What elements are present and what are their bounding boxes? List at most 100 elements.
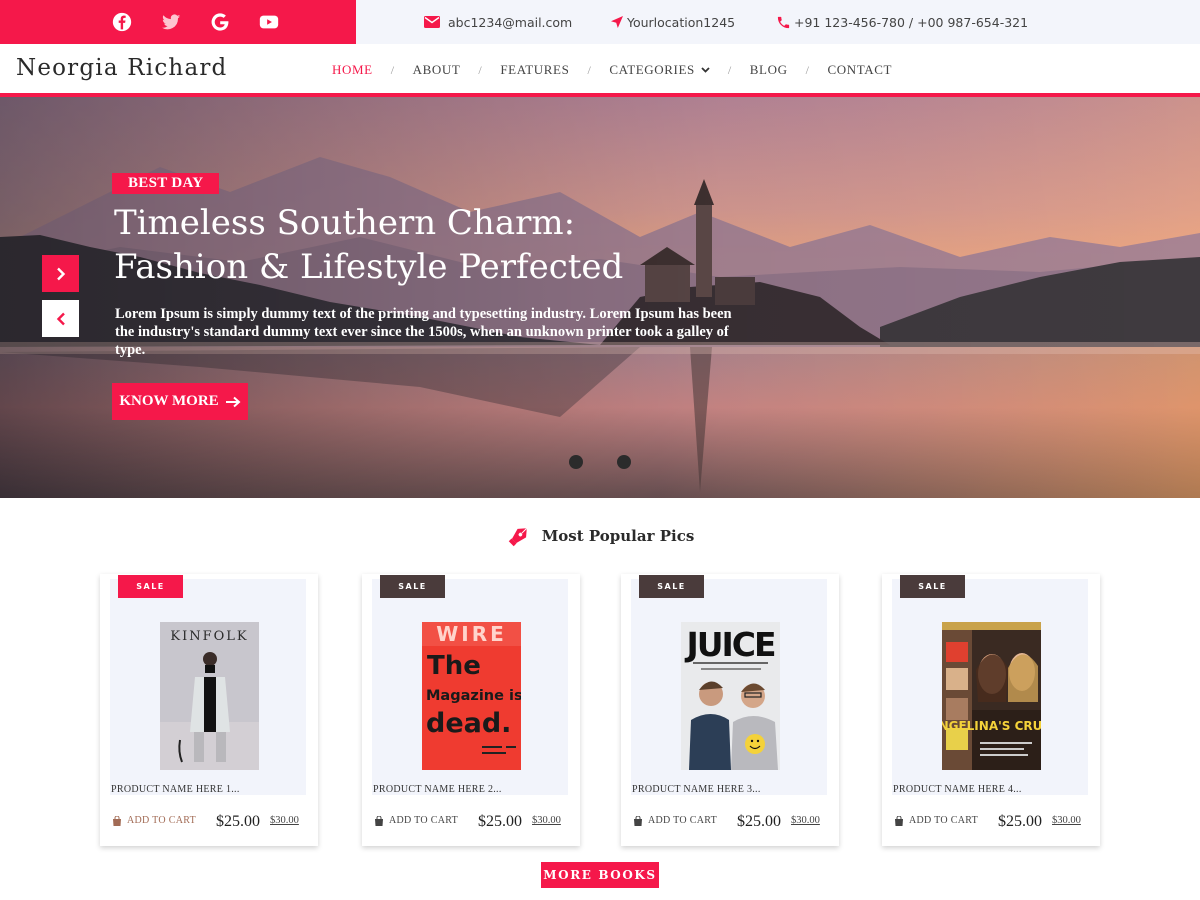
sale-badge: SALE [639,575,704,598]
product-card[interactable]: KINFOLK SALE PRODUCT NAME HERE 1... ADD … [100,574,318,846]
cover-title: KINFOLK [170,629,248,644]
youtube-icon[interactable] [258,11,280,33]
product-old-price: $30.00 [532,815,561,826]
nav-item-blog[interactable]: BLOG [738,62,800,78]
location-text: Yourlocation1245 [627,14,736,30]
product-card[interactable]: ANGELINA'S CRUEL LIE SALE PRODUCT NAME H… [882,574,1100,846]
nav-label: HOME [332,62,373,77]
product-old-price: $30.00 [270,815,299,826]
add-to-cart-button[interactable]: ADD TO CART [894,815,978,826]
hero-title-line-2: Fashion & Lifestyle Perfected [114,247,624,287]
product-cover-image[interactable]: WIRE The Magazine is dead. [422,622,521,770]
nav-label: BLOG [749,62,788,77]
shopping-bag-icon [375,815,383,826]
pen-nib-icon [508,527,527,547]
cover-title: JUICE [684,625,775,664]
product-price: $25.00 [998,813,1042,830]
product-name[interactable]: PRODUCT NAME HERE 1... [111,784,240,795]
nav-label: FEATURES [500,62,570,77]
facebook-icon[interactable] [111,11,133,33]
nav-separator: / [727,62,732,77]
phone-contact[interactable]: +91 123-456-780 / +00 987-654-321 [776,13,1028,31]
product-image-box[interactable]: ANGELINA'S CRUEL LIE SALE [892,575,1088,795]
nav-separator: / [805,62,810,77]
site-logo-text[interactable]: Neorgia Richard [16,55,227,81]
hero-background-image [0,97,1200,498]
product-cover-image[interactable]: KINFOLK [160,622,259,770]
nav-separator: / [478,62,483,77]
shopping-bag-icon [113,815,121,826]
slider-dot-2[interactable] [617,455,631,469]
hero-description: Lorem Ipsum is simply dummy text of the … [115,306,732,358]
add-to-cart-label: ADD TO CART [909,815,979,826]
site-header: Neorgia Richard HOME / ABOUT / FEATURES … [0,44,1200,94]
know-more-label: KNOW MORE [119,393,219,409]
slider-next-button[interactable] [42,255,79,292]
social-links [0,0,356,44]
chevron-left-icon [56,312,65,325]
nav-label: CATEGORIES [609,62,695,77]
location-arrow-icon [611,16,623,28]
product-old-price: $30.00 [1052,815,1081,826]
product-old-price: $30.00 [791,815,820,826]
phone-icon [777,16,790,28]
nav-item-categories[interactable]: CATEGORIES [597,62,721,78]
arrow-right-icon [225,396,241,407]
add-to-cart-button[interactable]: ADD TO CART [633,815,717,826]
chevron-right-icon [56,267,65,280]
product-card[interactable]: WIRE The Magazine is dead. SALE PRODUCT … [362,574,580,846]
shopping-bag-icon [895,815,903,826]
twitter-icon[interactable] [160,11,182,33]
location-contact[interactable]: Yourlocation1245 [610,13,735,31]
envelope-icon [424,16,440,28]
nav-label: ABOUT [412,62,461,77]
main-nav: HOME / ABOUT / FEATURES / CATEGORIES / B… [320,62,904,78]
more-books-button[interactable]: MORE BOOKS [541,862,659,888]
hero-title: Timeless Southern Charm: Fashion & Lifes… [114,201,734,289]
product-price: $25.00 [216,813,260,830]
nav-item-contact[interactable]: CONTACT [816,62,905,78]
nav-separator: / [587,62,592,77]
top-bar: abc1234@mail.com Yourlocation1245 +91 12… [0,0,1200,44]
cover-title: ANGELINA'S CRUEL LIE [942,719,1041,733]
add-to-cart-label: ADD TO CART [389,815,459,826]
add-to-cart-button[interactable]: ADD TO CART [374,815,458,826]
product-image-box[interactable]: WIRE The Magazine is dead. SALE [372,575,568,795]
product-price: $25.00 [737,813,781,830]
product-name[interactable]: PRODUCT NAME HERE 3... [632,784,761,795]
slider-prev-button[interactable] [42,300,79,337]
google-icon[interactable] [209,11,231,33]
add-to-cart-label: ADD TO CART [127,815,197,826]
product-image-box[interactable]: JUICE SALE [631,575,827,795]
nav-item-features[interactable]: FEATURES [488,62,581,78]
slider-dot-1[interactable] [569,455,583,469]
nav-item-about[interactable]: ABOUT [401,62,473,78]
section-title: Most Popular Pics [541,527,695,545]
sale-badge: SALE [118,575,183,598]
product-cover-image[interactable]: ANGELINA'S CRUEL LIE [942,622,1041,770]
product-card[interactable]: JUICE SALE PRODUCT NAME HERE 3... ADD TO… [621,574,839,846]
cover-line: Magazine is [426,688,521,704]
shopping-bag-icon [634,815,642,826]
product-cover-image[interactable]: JUICE [681,622,780,770]
add-to-cart-button[interactable]: ADD TO CART [112,815,196,826]
cover-line: The [427,651,481,681]
nav-separator: / [390,62,395,77]
nav-label: CONTACT [827,62,893,77]
product-image-box[interactable]: KINFOLK SALE [110,575,306,795]
hero-title-line-1: Timeless Southern Charm: [114,203,576,243]
section-heading: Most Popular Pics [0,522,1200,550]
chevron-down-icon [701,67,710,73]
email-contact[interactable]: abc1234@mail.com [424,13,572,31]
product-name[interactable]: PRODUCT NAME HERE 2... [373,784,502,795]
know-more-button[interactable]: KNOW MORE [112,383,248,420]
add-to-cart-label: ADD TO CART [648,815,718,826]
email-text: abc1234@mail.com [448,14,573,30]
nav-item-home[interactable]: HOME [320,62,385,78]
product-name[interactable]: PRODUCT NAME HERE 4... [893,784,1022,795]
hero-badge: BEST DAY [112,173,220,194]
product-price: $25.00 [478,813,522,830]
hero-slider: BEST DAY Timeless Southern Charm: Fashio… [0,97,1200,498]
cover-title: WIRE [436,622,507,646]
sale-badge: SALE [900,575,965,598]
